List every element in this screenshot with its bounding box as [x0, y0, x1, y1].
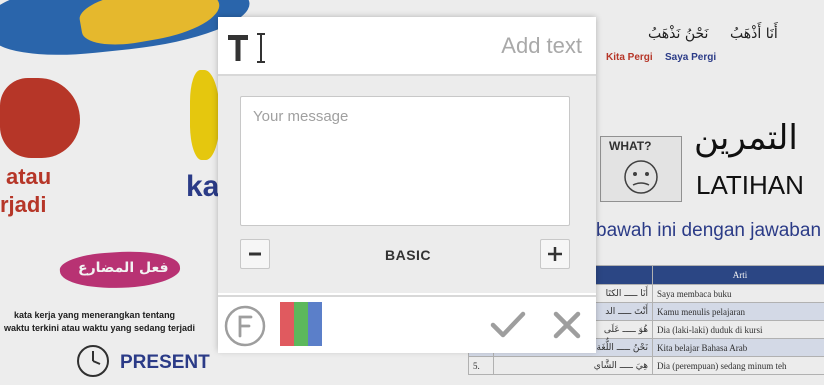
dialog-footer: [218, 295, 596, 353]
dialog-header: Add text: [218, 17, 596, 76]
message-input[interactable]: [240, 96, 570, 226]
plus-icon: [548, 247, 562, 261]
dialog-body: BASIC: [218, 76, 596, 293]
minus-icon: [249, 252, 261, 256]
increase-size-button[interactable]: [540, 239, 570, 269]
dialog-title: Add text: [501, 33, 582, 58]
confirm-check-icon[interactable]: [490, 310, 526, 340]
cancel-close-icon[interactable]: [552, 310, 582, 340]
color-swatch-red: [280, 302, 294, 346]
color-swatch-blue: [308, 302, 322, 346]
add-text-dialog: Add text BASIC: [218, 17, 596, 353]
size-label: BASIC: [384, 247, 432, 263]
color-picker-button[interactable]: [280, 302, 322, 346]
decrease-size-button[interactable]: [240, 239, 270, 269]
font-button[interactable]: [224, 305, 266, 347]
text-tool-icon: [228, 33, 265, 63]
color-swatch-green: [294, 302, 308, 346]
